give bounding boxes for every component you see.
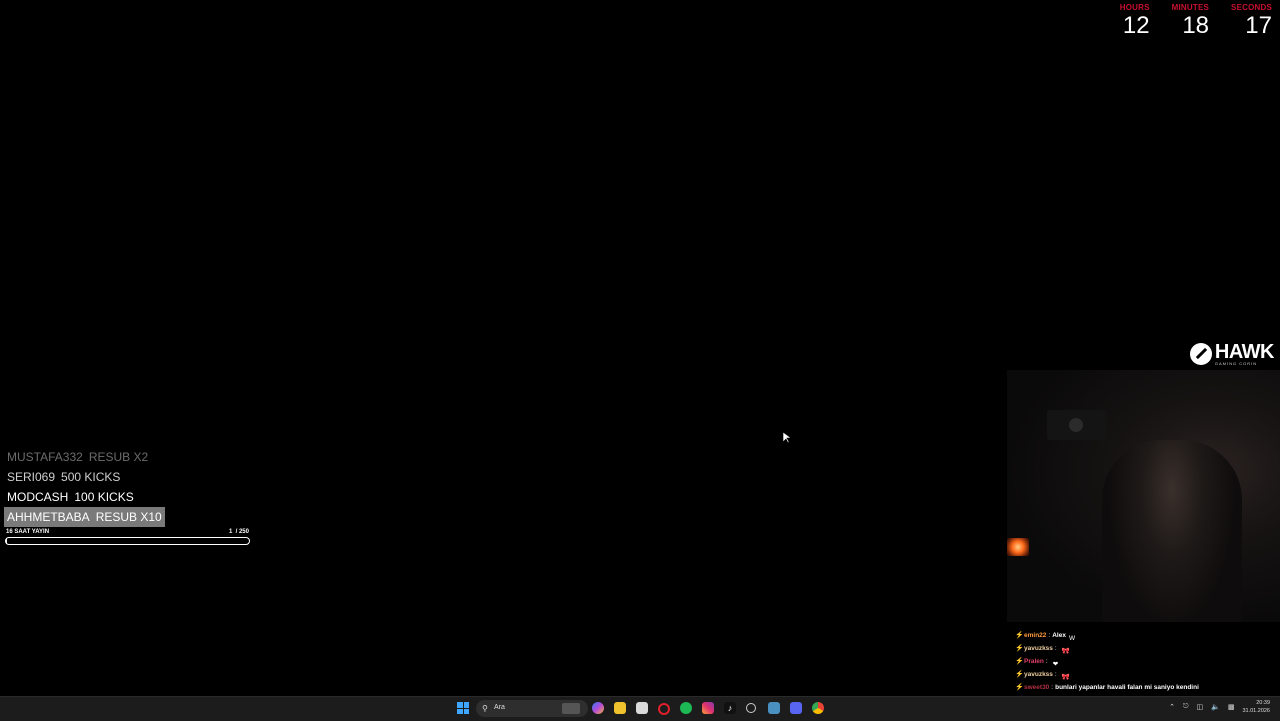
chrome-icon[interactable] — [812, 702, 824, 714]
chat-username: yavuzkss — [1024, 645, 1053, 652]
network-icon[interactable]: ◫ — [1197, 703, 1204, 711]
stream-timer: HOURS 12 MINUTES 18 SECONDS 17 — [1120, 3, 1272, 39]
lamp-light — [1007, 538, 1029, 556]
timer-minutes-value: 18 — [1182, 12, 1210, 39]
chat-emote: ❤ — [1052, 661, 1059, 668]
hawk-logo: HAWK GAMING CORIN — [1189, 341, 1275, 366]
event-action: 100 KICKS — [74, 490, 134, 504]
event-action: RESUB X2 — [88, 450, 149, 464]
streamer-silhouette — [1102, 440, 1242, 622]
badge-icon: ⚡ — [1015, 670, 1024, 678]
app-icon[interactable] — [768, 702, 780, 714]
search-highlight-image — [562, 703, 580, 714]
clock-date: 31.01.2026 — [1242, 708, 1270, 714]
search-placeholder: Ara — [494, 704, 505, 711]
discord-icon[interactable] — [790, 702, 802, 714]
timer-seconds-value: 17 — [1245, 12, 1272, 39]
github-icon[interactable] — [746, 703, 756, 713]
badge-icon: ⚡ — [1015, 631, 1024, 639]
chat-text: bunlari yapanlar havali falan mi saniyo … — [1055, 684, 1199, 691]
event-item: MUSTAFA332 RESUB X2 — [4, 447, 264, 467]
event-item-highlighted: AHHMETBABA RESUB X10 — [4, 507, 165, 527]
chat-username: Pralen — [1024, 658, 1044, 665]
mouse-cursor-icon — [783, 432, 791, 444]
chat-message: ⚡ sweet30: bunlari yapanlar havali falan m… — [1015, 681, 1277, 694]
windows-start-icon[interactable] — [457, 702, 469, 714]
goal-title: 16 SAAT YAYIN — [6, 529, 50, 535]
webcam-feed — [1007, 370, 1280, 622]
chat-separator: : — [1045, 658, 1048, 665]
badge-icon: ⚡ — [1015, 683, 1024, 691]
chat-emote: 🎀 — [1061, 648, 1070, 655]
instagram-icon[interactable] — [702, 702, 714, 714]
event-user: MODCASH — [7, 490, 69, 504]
chat-username: emin22 — [1024, 632, 1047, 639]
timer-hours: HOURS 12 — [1120, 3, 1150, 39]
chat-separator: : — [1054, 671, 1057, 678]
opera-icon[interactable] — [658, 703, 670, 715]
copilot-icon[interactable] — [592, 702, 604, 714]
wall-poster — [1047, 410, 1107, 440]
timer-minutes: MINUTES 18 — [1172, 3, 1209, 39]
chat-message: ⚡yavuzkss: 🎀 — [1015, 668, 1277, 682]
feather-icon — [1189, 343, 1212, 365]
stream-goal: 16 SAAT YAYIN 1 / 250 — [5, 529, 250, 545]
system-tray: ⌃ ⎋ ◫ 🔈 ▩ 20:39 31.01.2026 — [1169, 699, 1270, 715]
search-icon: ⚲ — [482, 704, 488, 713]
goal-progress-bar — [5, 537, 250, 545]
store-icon[interactable] — [636, 702, 648, 714]
chat-separator: : — [1051, 684, 1054, 691]
goal-progress-fill — [6, 538, 7, 544]
recent-events-list: MUSTAFA332 RESUB X2 SERI069 500 KICKS MODC… — [4, 447, 264, 527]
chat-username: yavuzkss — [1024, 671, 1053, 678]
tiktok-icon[interactable]: ♪ — [724, 702, 736, 714]
badge-icon: ⚡ — [1015, 657, 1024, 665]
logo-name: HAWK — [1214, 341, 1275, 363]
event-item: SERI069 500 KICKS — [4, 467, 264, 487]
chevron-up-icon[interactable]: ⌃ — [1169, 703, 1175, 711]
chat-message: ⚡ emin22: Alex W — [1015, 629, 1277, 643]
file-explorer-icon[interactable] — [614, 702, 626, 714]
spotify-icon[interactable] — [680, 702, 692, 714]
chat-username: sweet30 — [1024, 684, 1050, 691]
chat-emote: W — [1068, 635, 1076, 642]
event-user: MUSTAFA332 — [7, 450, 83, 464]
chat-message: ⚡yavuzkss: 🎀 — [1015, 642, 1277, 656]
event-user: SERI069 — [7, 470, 56, 484]
timer-hours-value: 12 — [1122, 12, 1150, 39]
event-action: RESUB X10 — [95, 510, 162, 524]
volume-icon[interactable]: 🔈 — [1211, 703, 1220, 711]
badge-icon: ⚡ — [1015, 644, 1024, 652]
chat-separator: : — [1048, 632, 1051, 639]
clock-time: 20:39 — [1256, 700, 1270, 706]
timer-seconds: SECONDS 17 — [1231, 3, 1272, 39]
event-user: AHHMETBABA — [7, 510, 90, 524]
chat-separator: : — [1054, 645, 1057, 652]
logo-tagline: GAMING CORIN — [1214, 361, 1258, 366]
event-action: 500 KICKS — [61, 470, 121, 484]
taskbar: ⚲ Ara ♪ ⌃ ⎋ ◫ 🔈 ▩ 20:39 31.01.2026 — [0, 696, 1280, 721]
event-item: MODCASH 100 KICKS — [4, 487, 264, 507]
system-clock[interactable]: 20:39 31.01.2026 — [1242, 699, 1270, 715]
microphone-icon[interactable]: ⎋ — [1183, 703, 1189, 711]
chat-message: ⚡ Pralen: ❤ — [1015, 655, 1277, 669]
chat-emote: 🎀 — [1061, 674, 1070, 681]
battery-icon[interactable]: ▩ — [1228, 703, 1235, 711]
taskbar-search[interactable]: ⚲ Ara — [476, 700, 588, 717]
goal-count: 1 / 250 — [228, 529, 249, 535]
chat-text: Alex — [1052, 632, 1066, 639]
